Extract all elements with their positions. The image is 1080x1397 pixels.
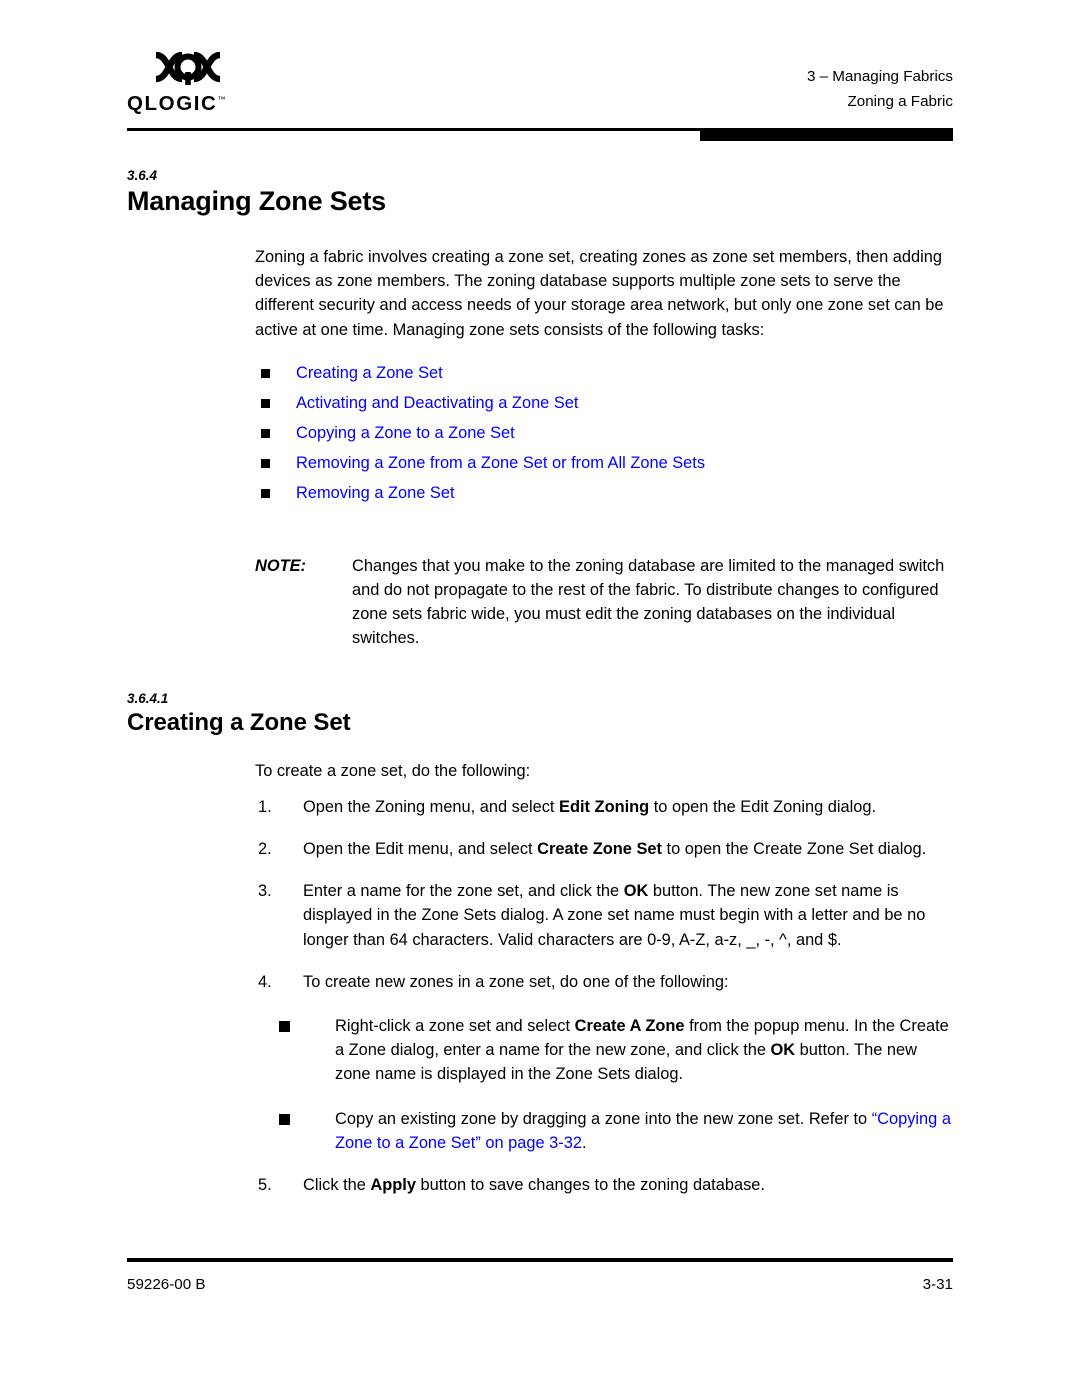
creating-zone-set-lead: To create a zone set, do the following:	[255, 761, 531, 780]
note-block: NOTE: Changes that you make to the zonin…	[255, 554, 953, 651]
step-item-1: 1. Open the Zoning menu, and select Edit…	[255, 795, 953, 819]
emphasis-text: Apply	[370, 1176, 416, 1195]
link-activating-and-deactivating-a-zone-set[interactable]: Activating and Deactivating a Zone Set	[296, 394, 578, 412]
footer-document-number: 59226-00 B	[127, 1276, 206, 1293]
square-bullet-icon	[279, 1113, 290, 1125]
link-removing-a-zone-set[interactable]: Removing a Zone Set	[296, 484, 455, 502]
header-titles: 3 – Managing Fabrics Zoning a Fabric	[807, 64, 953, 114]
step-item-4: 4. To create new zones in a zone set, do…	[255, 970, 953, 994]
qlogic-logo: QLOGIC™	[127, 51, 307, 115]
creating-zone-set-steps: 1. Open the Zoning menu, and select Edit…	[255, 795, 953, 1197]
step-text: Click the Apply button to save changes t…	[303, 1176, 765, 1194]
list-item[interactable]: Creating a Zone Set	[255, 358, 953, 388]
link-creating-a-zone-set[interactable]: Creating a Zone Set	[296, 364, 443, 382]
square-bullet-icon	[261, 488, 270, 498]
list-item[interactable]: Activating and Deactivating a Zone Set	[255, 388, 953, 418]
footer-page-number: 3-31	[922, 1276, 953, 1293]
step-number: 4.	[258, 972, 272, 991]
emphasis-text: OK	[770, 1041, 796, 1060]
section-intro-paragraph: Zoning a fabric involves creating a zone…	[255, 248, 944, 339]
step-text: To create new zones in a zone set, do on…	[303, 973, 729, 991]
sub-option-text: Copy an existing zone by dragging a zone…	[335, 1110, 951, 1152]
section-number-3-6-4-1: 3.6.4.1	[127, 690, 169, 706]
step-4-sub-options: Right-click a zone set and select Create…	[255, 1014, 953, 1155]
plain-text: Copy an existing zone by dragging a zone…	[335, 1109, 872, 1128]
qlogic-logo-mark	[151, 51, 307, 93]
square-bullet-icon	[279, 1021, 290, 1033]
plain-text: to open the Create Zone Set dialog.	[661, 840, 927, 859]
emphasis-text: Edit Zoning	[559, 797, 650, 816]
list-item[interactable]: Copy an existing zone by dragging a zone…	[255, 1107, 953, 1155]
section-title-creating-a-zone-set: Creating a Zone Set	[127, 708, 351, 736]
square-bullet-icon	[261, 428, 270, 438]
step-number: 1.	[258, 797, 272, 816]
plain-text: To create new zones in a zone set, do on…	[303, 972, 729, 991]
section-number-3-6-4: 3.6.4	[127, 168, 158, 183]
section-title-managing-zone-sets: Managing Zone Sets	[127, 186, 386, 216]
step-number: 2.	[258, 840, 272, 859]
footer-rule	[127, 1258, 953, 1262]
trademark-symbol: ™	[217, 95, 226, 105]
sub-option-text: Right-click a zone set and select Create…	[335, 1017, 949, 1083]
plain-text: Right-click a zone set and select	[335, 1017, 575, 1036]
qlogic-wordmark: QLOGIC™	[127, 92, 226, 115]
plain-text: Open the Zoning menu, and select	[303, 797, 560, 816]
step-text: Open the Edit menu, and select Create Zo…	[303, 840, 926, 858]
square-bullet-icon	[261, 368, 270, 378]
square-bullet-icon	[261, 398, 270, 408]
plain-text: Open the Edit menu, and select	[303, 840, 538, 859]
list-item[interactable]: Removing a Zone from a Zone Set or from …	[255, 448, 953, 478]
link-removing-a-zone-from-a-zone-set[interactable]: Removing a Zone from a Zone Set or from …	[296, 454, 705, 472]
plain-text: Enter a name for the zone set, and click…	[303, 882, 624, 901]
step-text: Open the Zoning menu, and select Edit Zo…	[303, 798, 876, 816]
header-chapter: 3 – Managing Fabrics	[806, 68, 953, 85]
emphasis-text: Create A Zone	[574, 1017, 685, 1036]
plain-text: .	[581, 1133, 587, 1152]
step-number: 5.	[258, 1176, 272, 1195]
step-text: Enter a name for the zone set, and click…	[303, 882, 925, 948]
note-text: Changes that you make to the zoning data…	[352, 556, 945, 648]
emphasis-text: OK	[623, 882, 649, 901]
list-item[interactable]: Copying a Zone to a Zone Set	[255, 418, 953, 448]
note-label: NOTE:	[255, 556, 306, 575]
header-rule-thick	[700, 128, 953, 141]
step-item-5: 5. Click the Apply button to save change…	[255, 1173, 953, 1197]
plain-text: to open the Edit Zoning dialog.	[649, 797, 877, 816]
step-item-3: 3. Enter a name for the zone set, and cl…	[255, 879, 953, 952]
document-page: QLOGIC™ 3 – Managing Fabrics Zoning a Fa…	[0, 0, 1080, 1397]
list-item[interactable]: Removing a Zone Set	[255, 478, 953, 508]
page-content: 3.6.4 Managing Zone Sets Zoning a fabric…	[127, 168, 953, 1197]
plain-text: Click the	[303, 1176, 371, 1195]
step-item-2: 2. Open the Edit menu, and select Create…	[255, 837, 953, 861]
step-number: 3.	[258, 882, 272, 901]
square-bullet-icon	[261, 458, 270, 468]
header-section: Zoning a Fabric	[847, 93, 953, 110]
link-copying-a-zone-to-a-zone-set[interactable]: Copying a Zone to a Zone Set	[296, 424, 515, 442]
list-item: Right-click a zone set and select Create…	[255, 1014, 953, 1087]
emphasis-text: Create Zone Set	[537, 840, 662, 859]
plain-text: button to save changes to the zoning dat…	[415, 1176, 765, 1195]
zone-set-task-links: Creating a Zone Set Activating and Deact…	[255, 358, 953, 508]
